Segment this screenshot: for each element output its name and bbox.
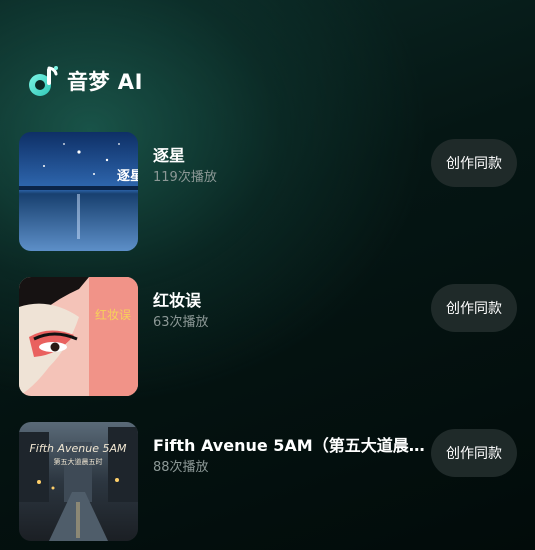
- song-row[interactable]: 逐星 逐星 119次播放 创作同款: [19, 132, 517, 251]
- song-row[interactable]: 红妆误 红妆误 63次播放 创作同款: [19, 277, 517, 396]
- song-cover-image[interactable]: Fifth Avenue 5AM 第五大道晨五时: [19, 422, 138, 541]
- song-list: 逐星 逐星 119次播放 创作同款 红妆误 红妆误 63次播放 创作同款 Fif…: [19, 132, 517, 550]
- cover-text: Fifth Avenue 5AM: [29, 442, 127, 455]
- create-same-button[interactable]: 创作同款: [431, 284, 517, 332]
- play-count: 88次播放: [153, 460, 209, 475]
- cover-subtext: 第五大道晨五时: [54, 457, 103, 466]
- song-title: Fifth Avenue 5AM（第五大道晨...: [153, 436, 425, 455]
- create-same-button[interactable]: 创作同款: [431, 139, 517, 187]
- app-brand: 音梦 AI: [27, 64, 143, 98]
- song-cover-image[interactable]: 逐星: [19, 132, 138, 251]
- song-title: 红妆误: [153, 291, 202, 310]
- song-title: 逐星: [153, 146, 186, 165]
- cover-text: 逐星: [117, 169, 138, 184]
- cover-text: 红妆误: [95, 307, 131, 322]
- music-note-logo-icon: [27, 64, 59, 98]
- song-cover-image[interactable]: 红妆误: [19, 277, 138, 396]
- create-same-button[interactable]: 创作同款: [431, 429, 517, 477]
- song-row[interactable]: Fifth Avenue 5AM 第五大道晨五时 Fifth Avenue 5A…: [19, 422, 517, 541]
- play-count: 63次播放: [153, 315, 209, 330]
- brand-name: 音梦 AI: [67, 70, 143, 94]
- play-count: 119次播放: [153, 170, 217, 185]
